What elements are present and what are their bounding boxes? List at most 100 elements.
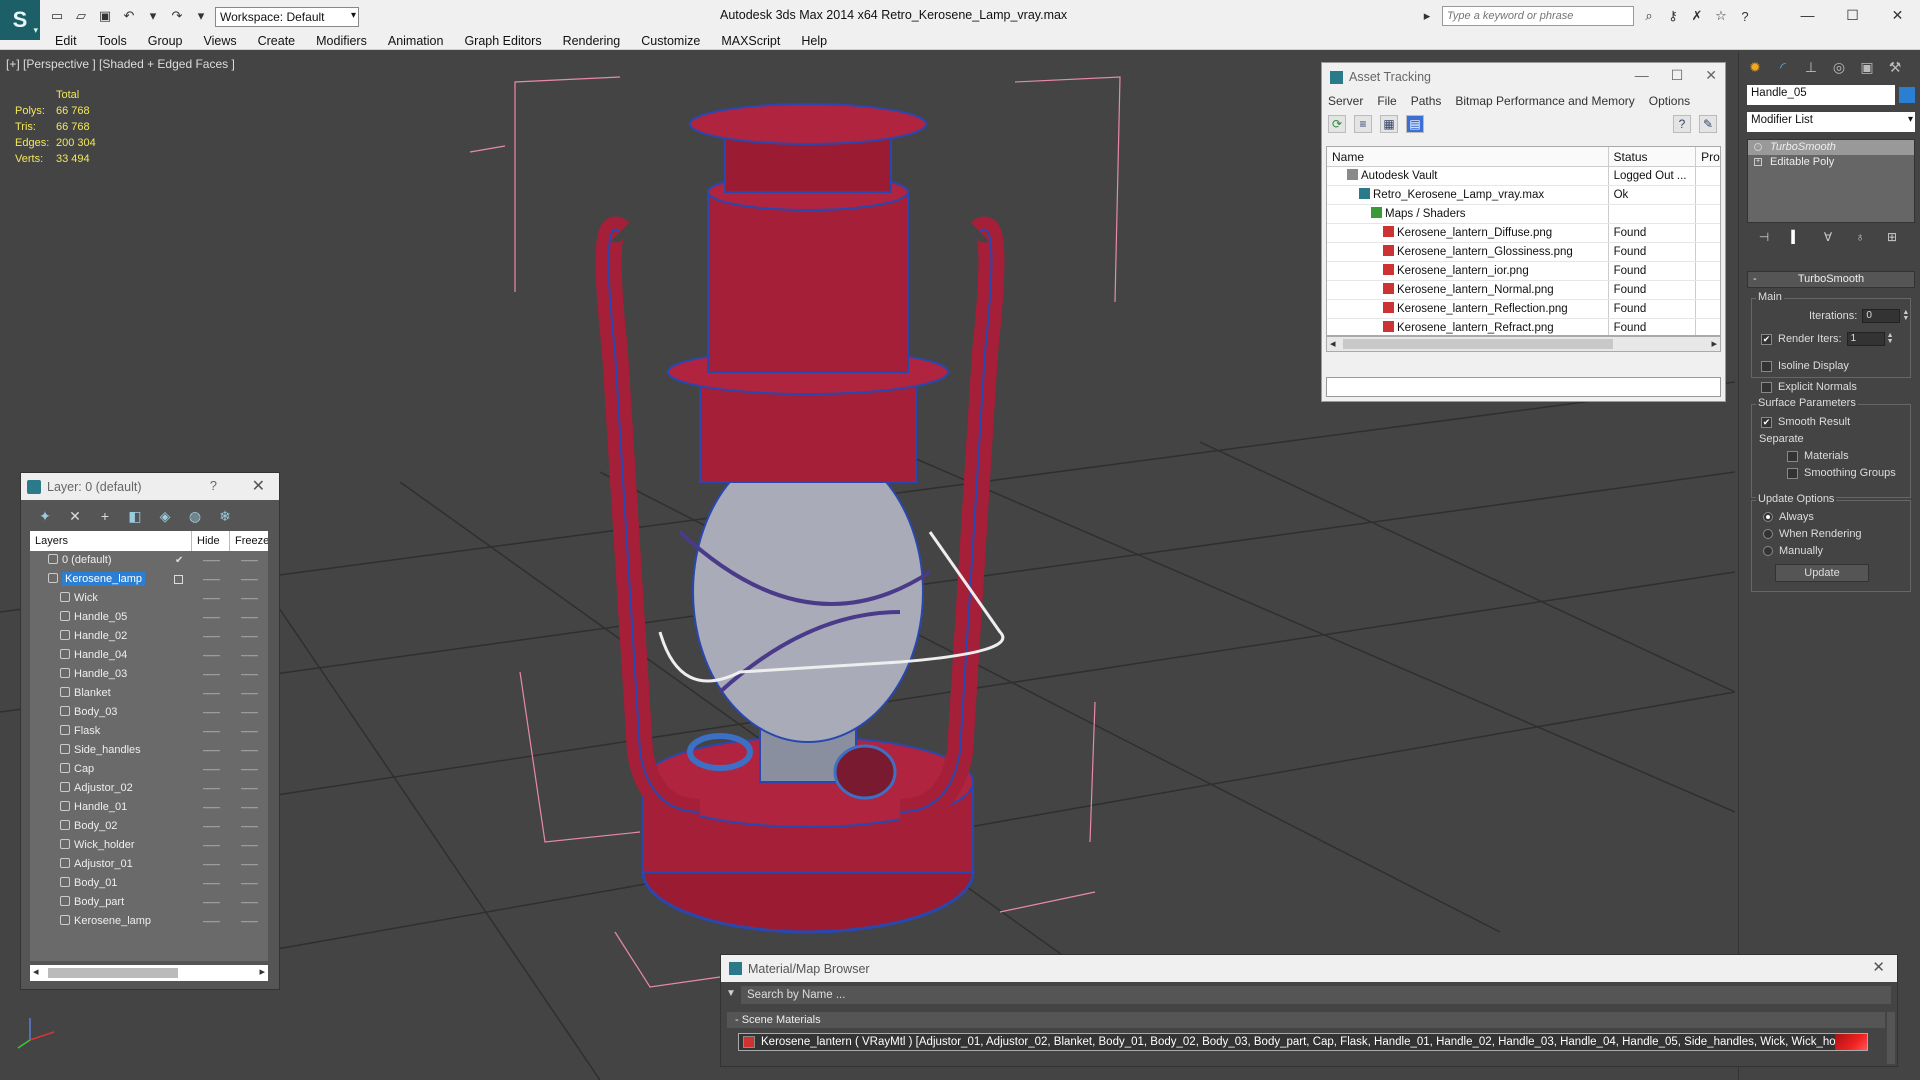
- freeze-toggle[interactable]: ––––: [230, 893, 268, 912]
- asset-horizontal-scrollbar[interactable]: ◂ ▸: [1326, 336, 1721, 352]
- motion-tab-icon[interactable]: ◎: [1827, 56, 1851, 78]
- render-iters-checkbox[interactable]: ✔: [1761, 333, 1772, 345]
- scroll-left-icon[interactable]: ◂: [33, 965, 39, 978]
- menu-item-maxscript[interactable]: MAXScript: [721, 34, 780, 48]
- layer-row[interactable]: Body_03 –––– ––––: [30, 703, 268, 722]
- hide-toggle[interactable]: ––––: [192, 684, 230, 703]
- menu-item-animation[interactable]: Animation: [388, 34, 444, 48]
- asset-row[interactable]: Kerosene_lantern_ior.png Found: [1327, 262, 1720, 281]
- freeze-toggle[interactable]: ––––: [230, 551, 268, 570]
- close-icon[interactable]: ✕: [1705, 67, 1717, 84]
- layer-row[interactable]: Body_part –––– ––––: [30, 893, 268, 912]
- freeze-toggle[interactable]: ––––: [230, 760, 268, 779]
- display-tab-icon[interactable]: ▣: [1855, 56, 1879, 78]
- freeze-toggle[interactable]: ––––: [230, 798, 268, 817]
- column-header-name[interactable]: Name: [1327, 147, 1609, 166]
- material-entry[interactable]: Kerosene_lantern ( VRayMtl ) [Adjustor_0…: [738, 1033, 1868, 1051]
- freeze-toggle[interactable]: ––––: [230, 912, 268, 931]
- layer-row[interactable]: Handle_02 –––– ––––: [30, 627, 268, 646]
- object-color-swatch[interactable]: [1899, 87, 1915, 103]
- freeze-toggle[interactable]: ––––: [230, 665, 268, 684]
- layer-row[interactable]: Body_01 –––– ––––: [30, 874, 268, 893]
- menu-item-modifiers[interactable]: Modifiers: [316, 34, 367, 48]
- scroll-thumb[interactable]: [48, 968, 178, 978]
- maximize-icon[interactable]: ☐: [1671, 67, 1684, 84]
- configure-modifier-sets-icon[interactable]: ⊞: [1883, 228, 1901, 246]
- layer-row[interactable]: Handle_04 –––– ––––: [30, 646, 268, 665]
- freeze-toggle[interactable]: ––––: [230, 703, 268, 722]
- object-name-field[interactable]: Handle_05: [1747, 85, 1895, 105]
- hide-toggle[interactable]: ––––: [192, 741, 230, 760]
- communication-center-icon[interactable]: ✗: [1688, 7, 1706, 25]
- freeze-toggle[interactable]: ––––: [230, 874, 268, 893]
- help-icon[interactable]: ?: [1673, 115, 1691, 133]
- help-icon[interactable]: ?: [1736, 7, 1754, 25]
- layer-row[interactable]: Kerosene_lamp –––– ––––: [30, 570, 268, 589]
- hide-toggle[interactable]: ––––: [192, 551, 230, 570]
- layer-row[interactable]: Adjustor_02 –––– ––––: [30, 779, 268, 798]
- layer-row[interactable]: Handle_05 –––– ––––: [30, 608, 268, 627]
- save-icon[interactable]: ▣: [96, 7, 114, 25]
- layer-row[interactable]: Body_02 –––– ––––: [30, 817, 268, 836]
- material-search-field[interactable]: Search by Name ...: [741, 986, 1891, 1004]
- freeze-toggle[interactable]: ––––: [230, 684, 268, 703]
- viewport-label[interactable]: [+] [Perspective ] [Shaded + Edged Faces…: [6, 57, 235, 71]
- show-end-result-icon[interactable]: ▍: [1787, 228, 1805, 246]
- asset-row[interactable]: Autodesk Vault Logged Out ...: [1327, 167, 1720, 186]
- select-objects-icon[interactable]: ◧: [126, 507, 144, 525]
- freeze-toggle[interactable]: ––––: [230, 646, 268, 665]
- hide-toggle[interactable]: ––––: [192, 703, 230, 722]
- hide-toggle[interactable]: ––––: [192, 646, 230, 665]
- layer-row[interactable]: Side_handles –––– ––––: [30, 741, 268, 760]
- update-button[interactable]: Update: [1775, 564, 1869, 582]
- binoculars-icon[interactable]: ⌕: [1640, 7, 1658, 25]
- layer-row[interactable]: Blanket –––– ––––: [30, 684, 268, 703]
- current-layer-check-icon[interactable]: ✔: [175, 551, 183, 570]
- asset-row[interactable]: Kerosene_lantern_Refract.png Found: [1327, 319, 1720, 335]
- stack-item-editable-poly[interactable]: + Editable Poly: [1748, 155, 1914, 170]
- layer-row[interactable]: Wick_holder –––– ––––: [30, 836, 268, 855]
- hide-toggle[interactable]: ––––: [192, 855, 230, 874]
- help-button[interactable]: ?: [210, 478, 217, 493]
- undo-icon[interactable]: ↶: [120, 7, 138, 25]
- redo-icon[interactable]: ↷: [168, 7, 186, 25]
- make-unique-icon[interactable]: ∀: [1819, 228, 1837, 246]
- asset-row[interactable]: Kerosene_lantern_Diffuse.png Found: [1327, 224, 1720, 243]
- menu-item-group[interactable]: Group: [148, 34, 183, 48]
- workspace-selector[interactable]: Workspace: Default ▾: [215, 7, 359, 27]
- remove-modifier-icon[interactable]: ♁: [1851, 228, 1869, 246]
- column-header-freeze[interactable]: Freeze: [230, 531, 268, 551]
- scroll-thumb[interactable]: [1343, 339, 1613, 349]
- menu-item-rendering[interactable]: Rendering: [563, 34, 621, 48]
- freeze-toggle[interactable]: ––––: [230, 741, 268, 760]
- hide-toggle[interactable]: ––––: [192, 798, 230, 817]
- spinner-arrows-icon[interactable]: ▲ ▼: [1902, 309, 1909, 322]
- turbosmooth-rollout-header[interactable]: - TurboSmooth: [1747, 271, 1915, 288]
- column-header-status[interactable]: Status: [1609, 147, 1697, 166]
- asset-path-field[interactable]: [1326, 377, 1721, 397]
- hide-toggle[interactable]: ––––: [192, 665, 230, 684]
- asset-menu-options[interactable]: Options: [1649, 91, 1690, 111]
- manually-radio[interactable]: [1763, 546, 1773, 556]
- hierarchy-tab-icon[interactable]: ⊥: [1799, 56, 1823, 78]
- asset-menu-bitmap-performance-and-memory[interactable]: Bitmap Performance and Memory: [1455, 91, 1634, 111]
- layer-window-titlebar[interactable]: Layer: 0 (default) ? ✕: [21, 473, 279, 500]
- list-view-icon[interactable]: ≡: [1354, 115, 1372, 133]
- stack-item-turbosmooth[interactable]: · TurboSmooth: [1748, 140, 1914, 155]
- layer-row[interactable]: ✔ 0 (default) –––– ––––: [30, 551, 268, 570]
- modifier-list-dropdown[interactable]: Modifier List ▾: [1747, 112, 1915, 132]
- new-file-icon[interactable]: ▭: [48, 7, 66, 25]
- hide-toggle[interactable]: ––––: [192, 893, 230, 912]
- undo-dropdown-icon[interactable]: ▾: [144, 7, 162, 25]
- layer-row[interactable]: Flask –––– ––––: [30, 722, 268, 741]
- close-icon[interactable]: ✕: [1872, 958, 1885, 976]
- hide-toggle[interactable]: ––––: [192, 779, 230, 798]
- smoothing-groups-checkbox[interactable]: [1787, 467, 1798, 479]
- hide-toggle[interactable]: ––––: [192, 874, 230, 893]
- material-vertical-scrollbar[interactable]: [1887, 1012, 1895, 1064]
- hide-toggle[interactable]: ––––: [192, 760, 230, 779]
- hide-toggle[interactable]: ––––: [192, 912, 230, 931]
- freeze-toggle[interactable]: ––––: [230, 608, 268, 627]
- options-dropdown-icon[interactable]: ▼: [726, 988, 736, 999]
- column-header-pro[interactable]: Pro: [1696, 147, 1720, 166]
